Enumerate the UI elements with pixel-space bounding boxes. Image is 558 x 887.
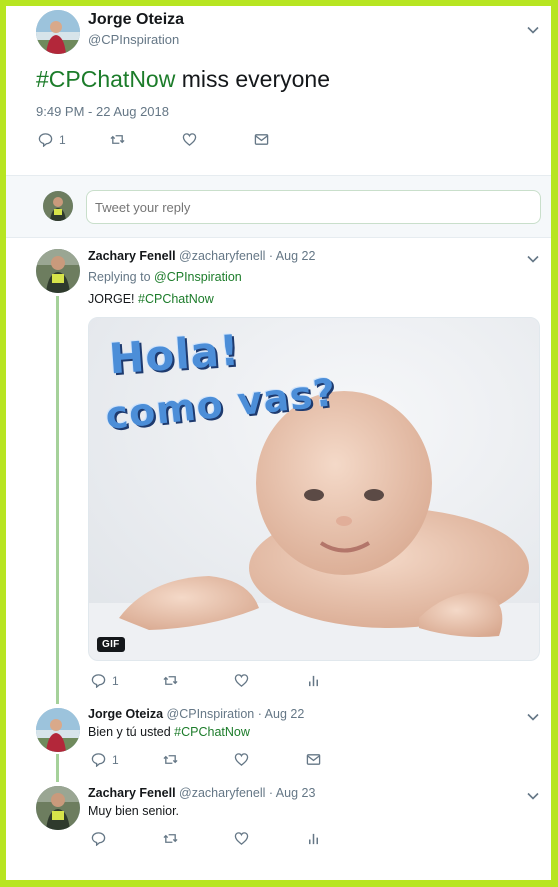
retweet-button[interactable]	[110, 132, 125, 147]
avatar[interactable]	[36, 10, 80, 54]
author-name[interactable]: Zachary Fenell	[88, 249, 176, 263]
like-button[interactable]	[234, 831, 249, 846]
retweet-icon	[110, 132, 125, 147]
main-tweet: Jorge Oteiza @CPInspiration #CPChatNow m…	[6, 6, 551, 176]
envelope-icon	[306, 752, 321, 767]
retweet-button[interactable]	[163, 831, 178, 846]
like-button[interactable]	[182, 132, 197, 147]
reply-icon	[91, 752, 106, 767]
gif-caption-line1: Hola!	[107, 325, 242, 384]
reply-button[interactable]: 1	[91, 673, 119, 688]
author-handle[interactable]: @zacharyfenell	[179, 786, 265, 800]
analytics-button[interactable]	[306, 831, 321, 846]
reply-icon	[38, 132, 53, 147]
envelope-icon	[254, 132, 269, 147]
thread-line	[56, 754, 59, 782]
bar-chart-icon	[306, 831, 321, 846]
analytics-button[interactable]	[306, 673, 321, 688]
chevron-down-icon[interactable]	[526, 789, 540, 803]
chevron-down-icon[interactable]	[526, 252, 540, 266]
like-button[interactable]	[234, 673, 249, 688]
replying-to: Replying to @CPInspiration	[88, 270, 242, 284]
avatar[interactable]	[36, 708, 80, 752]
avatar[interactable]	[36, 249, 80, 293]
like-icon	[182, 132, 197, 147]
author-handle[interactable]: @CPInspiration	[167, 707, 255, 721]
tweet-text: Muy bien senior.	[88, 804, 180, 818]
like-icon	[234, 831, 249, 846]
gif-badge: GIF	[97, 637, 125, 652]
retweet-button[interactable]	[163, 673, 178, 688]
tweet-thread-frame: Jorge Oteiza @CPInspiration #CPChatNow m…	[6, 6, 551, 880]
bar-chart-icon	[306, 673, 321, 688]
retweet-icon	[163, 673, 178, 688]
reply-icon	[91, 831, 106, 846]
author-handle[interactable]: @zacharyfenell	[179, 249, 265, 263]
reply-icon	[91, 673, 106, 688]
retweet-icon	[163, 752, 178, 767]
avatar[interactable]	[36, 786, 80, 830]
tweet-body: miss everyone	[175, 66, 331, 92]
replying-prefix: Replying to	[88, 270, 155, 284]
reply-count: 1	[59, 132, 66, 147]
author-name[interactable]: Jorge Oteiza	[88, 707, 163, 721]
like-button[interactable]	[234, 752, 249, 767]
like-icon	[234, 752, 249, 767]
reply-button[interactable]: 1	[91, 752, 119, 767]
dm-button[interactable]	[254, 132, 269, 147]
tweet-body: Bien y tú usted	[88, 725, 175, 739]
reply-button[interactable]	[91, 831, 106, 846]
hashtag-link[interactable]: #CPChatNow	[36, 66, 175, 92]
like-icon	[234, 673, 249, 688]
retweet-button[interactable]	[163, 752, 178, 767]
my-avatar[interactable]	[43, 191, 73, 221]
reply-button[interactable]: 1	[38, 132, 66, 147]
chevron-down-icon[interactable]	[526, 23, 540, 37]
thread-line	[56, 296, 59, 704]
tweet-body: JORGE!	[88, 292, 139, 306]
hashtag-link[interactable]: #CPChatNow	[174, 725, 250, 739]
mention-link[interactable]: @CPInspiration	[154, 270, 242, 284]
author-name[interactable]: Zachary Fenell	[88, 786, 176, 800]
tweet-text: JORGE! #CPChatNow	[88, 292, 214, 306]
reply-input[interactable]	[86, 190, 541, 224]
hashtag-link[interactable]: #CPChatNow	[138, 292, 214, 306]
tweet-date[interactable]: · Aug 23	[269, 786, 316, 800]
timestamp[interactable]: 9:49 PM - 22 Aug 2018	[36, 104, 169, 119]
chevron-down-icon[interactable]	[526, 710, 540, 724]
tweet-text: Bien y tú usted #CPChatNow	[88, 725, 250, 739]
author-name[interactable]: Jorge Oteiza	[88, 11, 184, 29]
gif-media[interactable]: Hola! como vas? GIF	[88, 317, 540, 661]
tweet-date[interactable]: · Aug 22	[258, 707, 305, 721]
author-handle[interactable]: @CPInspiration	[88, 32, 179, 47]
reply-count: 1	[112, 752, 119, 767]
reply-composer	[6, 176, 551, 238]
reply-count: 1	[112, 673, 119, 688]
dm-button[interactable]	[306, 752, 321, 767]
tweet-date[interactable]: · Aug 22	[269, 249, 316, 263]
tweet-text: #CPChatNow miss everyone	[36, 66, 330, 93]
retweet-icon	[163, 831, 178, 846]
